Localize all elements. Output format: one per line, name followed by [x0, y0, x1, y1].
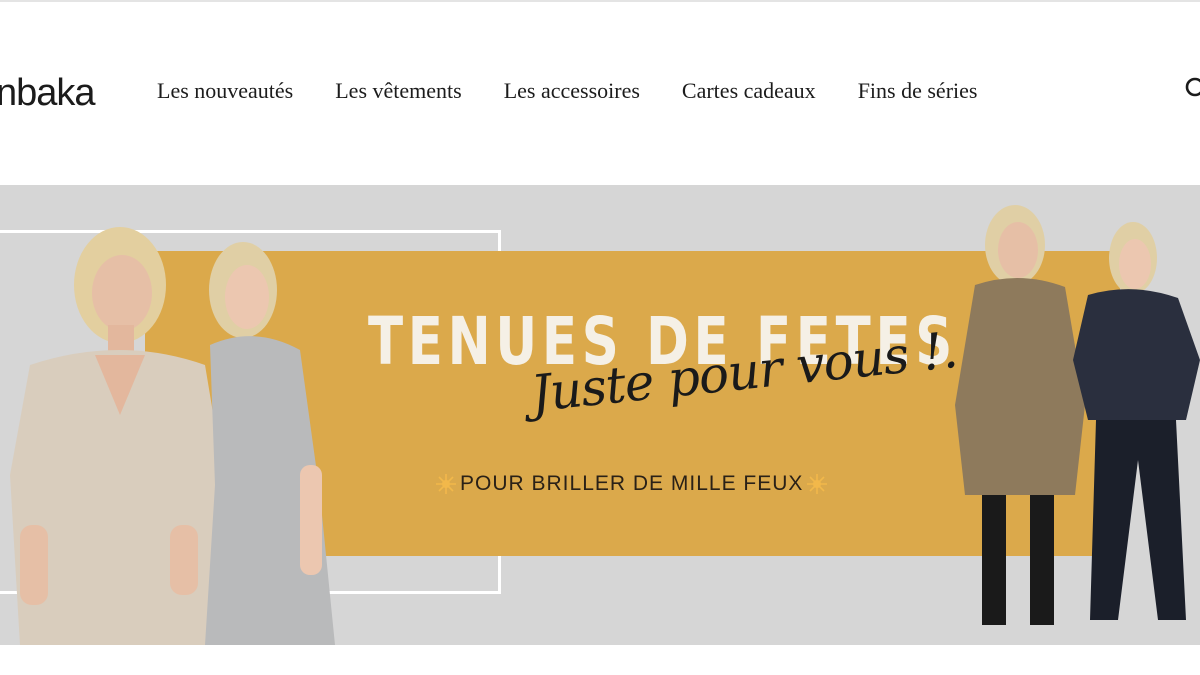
main-nav: Les nouveautés Les vêtements Les accesso… — [157, 78, 1019, 104]
hero-banner[interactable]: TENUES DE FETES Juste pour vous !. POUR … — [0, 185, 1200, 645]
hero-tagline-text: POUR BRILLER DE MILLE FEUX — [460, 472, 804, 495]
site-logo[interactable]: nbaka — [0, 72, 96, 115]
nav-item-vetements[interactable]: Les vêtements — [335, 78, 461, 104]
nav-item-fins-de-series[interactable]: Fins de séries — [858, 78, 978, 104]
site-header: nbaka Les nouveautés Les vêtements Les a… — [0, 2, 1200, 185]
nav-item-cartes-cadeaux[interactable]: Cartes cadeaux — [682, 78, 816, 104]
model-left-2 — [205, 242, 335, 645]
nav-item-accessoires[interactable]: Les accessoires — [504, 78, 640, 104]
sparkle-icon — [807, 474, 828, 494]
nav-item-nouveautes[interactable]: Les nouveautés — [157, 78, 293, 104]
model-right-2 — [1073, 222, 1200, 620]
hero-tagline: POUR BRILLER DE MILLE FEUX — [432, 472, 831, 496]
sparkle-icon — [436, 474, 456, 494]
search-icon[interactable] — [1184, 76, 1200, 104]
